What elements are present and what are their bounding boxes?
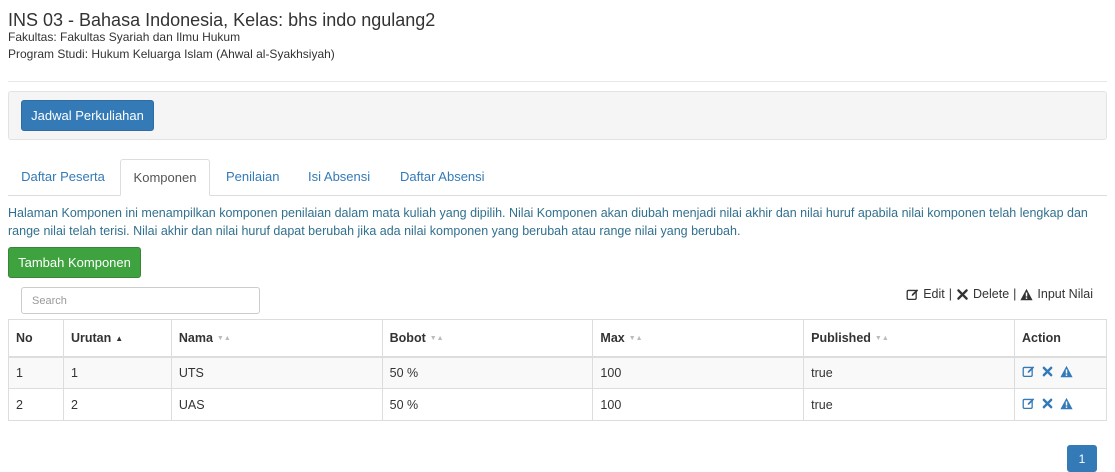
legend-edit: Edit [923, 287, 945, 301]
cell-no: 1 [8, 356, 64, 389]
tab-isi-absensi[interactable]: Isi Absensi [308, 159, 370, 194]
legend-delete: Delete [973, 287, 1010, 301]
warning-triangle-icon [1020, 288, 1033, 300]
input-nilai-icon[interactable] [1060, 365, 1073, 378]
cell-bobot: 50 % [381, 356, 594, 389]
sort-both-icon: ▼▲ [216, 334, 231, 342]
prodi-label: Program Studi: Hukum Keluarga Islam (Ahw… [8, 47, 335, 61]
cell-nama: UTS [170, 356, 383, 389]
pencil-square-icon [906, 288, 919, 300]
cell-bobot: 50 % [381, 388, 594, 421]
page: INS 03 - Bahasa Indonesia, Kelas: bhs in… [0, 0, 1115, 472]
cell-published: true [803, 356, 1015, 389]
fakultas-label: Fakultas: Fakultas Syariah dan Ilmu Huku… [8, 30, 241, 44]
page-title: INS 03 - Bahasa Indonesia, Kelas: bhs in… [8, 10, 436, 30]
jadwal-perkuliahan-button[interactable]: Jadwal Perkuliahan [21, 100, 154, 131]
cell-max: 100 [592, 356, 805, 389]
delete-icon[interactable] [1041, 365, 1054, 378]
cell-action [1013, 356, 1108, 389]
sort-asc-icon: ▲ [115, 333, 124, 343]
delete-icon[interactable] [1041, 397, 1054, 410]
tab-komponen[interactable]: Komponen [120, 159, 210, 196]
info-text: Halaman Komponen ini menampilkan kompone… [8, 206, 1088, 238]
komponen-table: No Urutan ▲ Nama ▼▲ Bobot ▼▲ Max ▼▲ Publishe… [8, 319, 1108, 421]
column-header-nama[interactable]: Nama ▼▲ [170, 319, 383, 358]
cell-urutan: 2 [62, 388, 172, 421]
column-header-max[interactable]: Max ▼▲ [592, 319, 805, 358]
cell-no: 2 [8, 388, 64, 421]
cell-max: 100 [592, 388, 805, 421]
action-well [8, 91, 1107, 140]
sort-both-icon: ▼▲ [628, 334, 643, 342]
tab-daftar-peserta[interactable]: Daftar Peserta [8, 159, 118, 196]
sort-both-icon: ▼▲ [429, 334, 444, 342]
search-input[interactable] [21, 287, 260, 314]
input-nilai-icon[interactable] [1060, 397, 1073, 410]
column-header-bobot[interactable]: Bobot ▼▲ [381, 319, 594, 358]
divider [8, 81, 1107, 82]
legend-separator: | [1013, 287, 1017, 301]
sort-both-icon: ▼▲ [874, 334, 889, 342]
pagination-page-1[interactable]: 1 [1067, 445, 1097, 472]
cell-action [1013, 388, 1108, 421]
column-header-urutan[interactable]: Urutan ▲ [62, 319, 172, 358]
tambah-komponen-button[interactable]: Tambah Komponen [8, 247, 141, 278]
cell-urutan: 1 [62, 356, 172, 389]
cell-nama: UAS [170, 388, 383, 421]
edit-icon[interactable] [1022, 365, 1035, 378]
table-row: 1 1 UTS 50 % 100 true [8, 356, 1108, 389]
tab-bar: Daftar Peserta Komponen Penilaian Isi Ab… [8, 159, 1107, 196]
table-row: 2 2 UAS 50 % 100 true [8, 388, 1108, 421]
legend-separator: | [948, 287, 953, 301]
column-header-action: Action [1013, 319, 1108, 358]
x-icon [957, 288, 968, 300]
cell-published: true [803, 388, 1015, 421]
legend-input-nilai: Input Nilai [1037, 287, 1093, 301]
tab-daftar-absensi[interactable]: Daftar Absensi [400, 159, 485, 194]
action-legend: Edit | Delete | Input Nilai [906, 287, 1093, 301]
column-header-no[interactable]: No [8, 319, 64, 358]
tab-penilaian[interactable]: Penilaian [226, 159, 280, 194]
column-header-published[interactable]: Published ▼▲ [803, 319, 1015, 358]
edit-icon[interactable] [1022, 397, 1035, 410]
table-header-row: No Urutan ▲ Nama ▼▲ Bobot ▼▲ Max ▼▲ Publishe… [8, 319, 1108, 358]
